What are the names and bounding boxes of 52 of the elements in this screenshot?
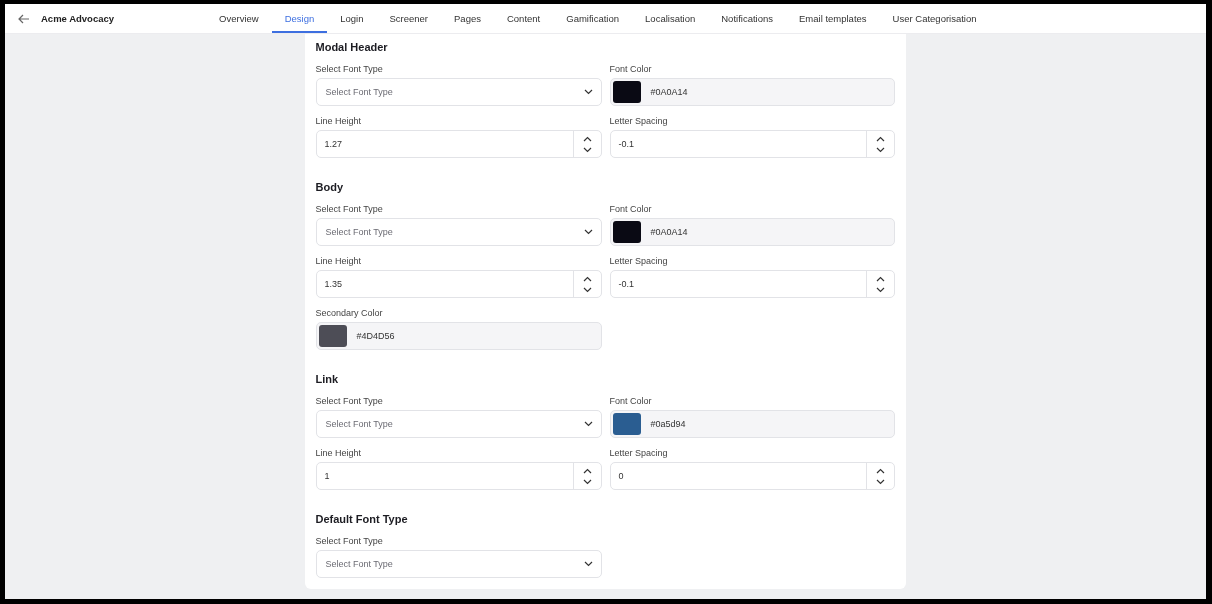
color-field[interactable]: #0A0A14 (609, 218, 895, 246)
color-swatch[interactable] (612, 413, 641, 435)
chevron-down-icon (583, 561, 593, 567)
color-swatch[interactable] (612, 81, 641, 103)
font-type-dropdown[interactable]: Select Font Type (315, 410, 602, 438)
number-field[interactable]: 1.35 (315, 270, 602, 298)
field-label: Select Font Type (315, 395, 384, 407)
number-field[interactable]: -0.1 (609, 270, 895, 298)
chevron-down-icon (583, 421, 593, 427)
section-title: Modal Header (315, 40, 389, 54)
tab[interactable]: Pages (441, 4, 494, 33)
tab[interactable]: Overview (206, 4, 272, 33)
font-type-dropdown[interactable]: Select Font Type (315, 78, 602, 106)
number-field[interactable]: -0.1 (609, 130, 895, 158)
field-label: Letter Spacing (609, 447, 669, 459)
color-field[interactable]: #4D4D56 (315, 322, 602, 350)
back-arrow-icon[interactable] (18, 13, 30, 24)
tab[interactable]: User Categorisation (879, 4, 990, 33)
tab[interactable]: Email templates (786, 4, 880, 33)
tab[interactable]: Gamification (553, 4, 633, 33)
field-label: Line Height (315, 447, 363, 459)
section-title: Default Font Type (315, 512, 409, 526)
color-swatch[interactable] (318, 325, 347, 347)
field-label: Select Font Type (315, 535, 384, 547)
field-label: Font Color (609, 63, 653, 75)
field-label: Font Color (609, 395, 653, 407)
tab[interactable]: Notifications (708, 4, 786, 33)
field-label: Font Color (609, 203, 653, 215)
tab[interactable]: Localisation (632, 4, 709, 33)
tab[interactable]: Login (327, 4, 377, 33)
field-label: Line Height (315, 255, 363, 267)
section-title: Body (315, 180, 344, 194)
field-label: Letter Spacing (609, 115, 669, 127)
font-type-dropdown[interactable]: Select Font Type (315, 218, 602, 246)
field-label: Select Font Type (315, 63, 384, 75)
number-field[interactable]: 1.27 (315, 130, 602, 158)
field-label: Letter Spacing (609, 255, 669, 267)
field-label: Secondary Color (315, 307, 384, 319)
chevron-down-icon (583, 229, 593, 235)
field-label: Line Height (315, 115, 363, 127)
tab[interactable]: Screener (376, 4, 442, 33)
color-field[interactable]: #0A0A14 (609, 78, 895, 106)
number-field[interactable]: 1 (315, 462, 602, 490)
font-type-dropdown[interactable]: Select Font Type (315, 550, 602, 578)
section-title: Link (315, 372, 340, 386)
color-swatch[interactable] (612, 221, 641, 243)
color-field[interactable]: #0a5d94 (609, 410, 895, 438)
number-field[interactable]: 0 (609, 462, 895, 490)
chevron-down-icon (583, 89, 593, 95)
field-label: Select Font Type (315, 203, 384, 215)
app-title: Acme Advocacy (41, 13, 115, 24)
tab[interactable]: Content (493, 4, 554, 33)
